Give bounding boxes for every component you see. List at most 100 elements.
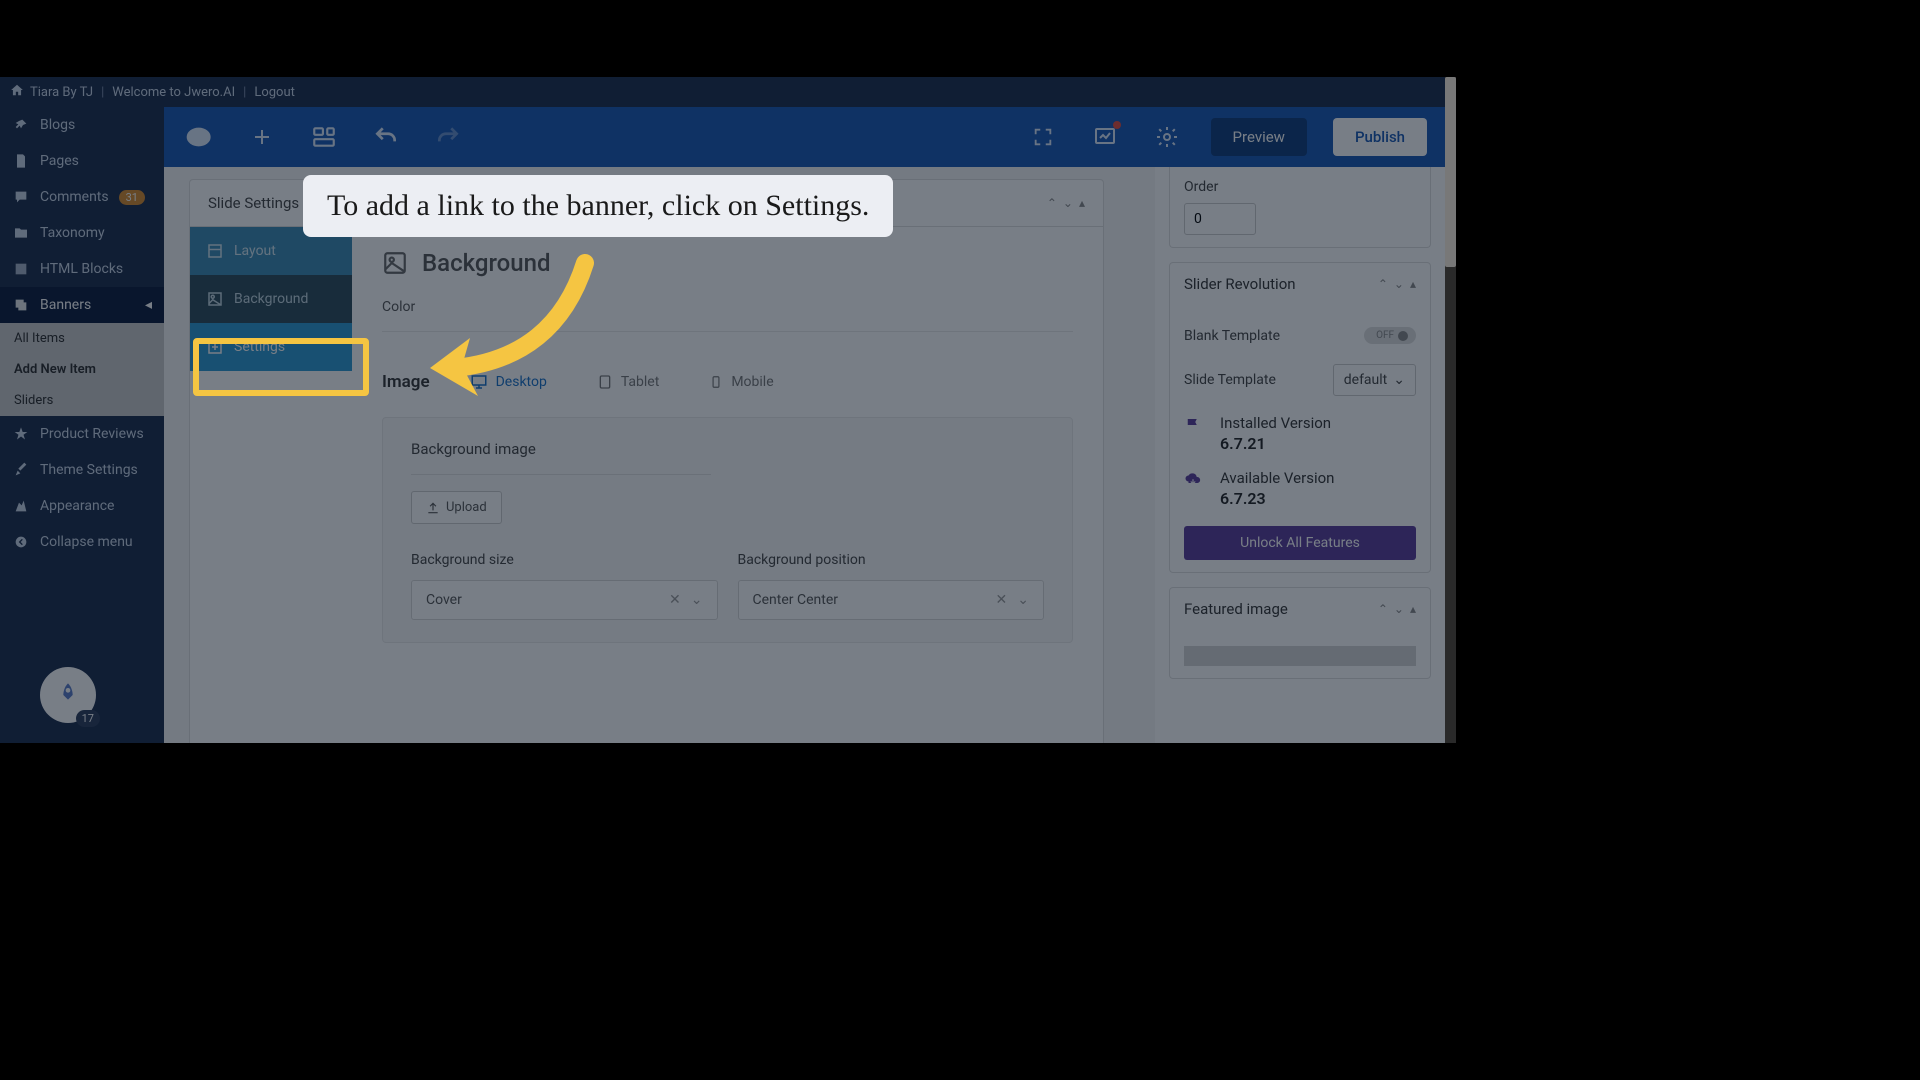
sidebar-item-comments[interactable]: Comments31 <box>0 179 164 215</box>
logo-icon[interactable] <box>182 119 218 155</box>
triangle-up-icon[interactable]: ▴ <box>1079 196 1085 210</box>
background-title: Background <box>422 249 551 277</box>
slide-tab-column: Layout Background Settings <box>190 227 352 743</box>
chevron-up-icon[interactable]: ⌃ <box>1047 196 1057 210</box>
sidebar-item-pages[interactable]: Pages <box>0 143 164 179</box>
editor-toolbar: Preview Publish <box>164 107 1445 167</box>
clear-icon[interactable]: ✕ <box>669 592 681 608</box>
caret-right-icon: ◂ <box>145 297 152 313</box>
slide-template-select[interactable]: default⌄ <box>1333 364 1416 396</box>
sr-panel-header[interactable]: Slider Revolution⌃⌄▴ <box>1170 263 1430 305</box>
code-icon <box>12 260 30 278</box>
submenu-add-new[interactable]: Add New Item <box>0 354 164 385</box>
preview-button[interactable]: Preview <box>1211 118 1307 156</box>
home-icon <box>10 83 24 101</box>
available-version-value: 6.7.23 <box>1220 489 1334 508</box>
sidebar-item-blogs[interactable]: Blogs <box>0 107 164 143</box>
star-icon <box>12 425 30 443</box>
blank-template-toggle[interactable]: OFF <box>1364 327 1416 344</box>
chevron-up-icon[interactable]: ⌃ <box>1378 277 1388 291</box>
triangle-up-icon[interactable]: ▴ <box>1410 277 1416 291</box>
chevron-down-icon[interactable]: ⌄ <box>691 592 703 608</box>
chevron-up-icon[interactable]: ⌃ <box>1378 602 1388 616</box>
settings-gear-icon[interactable] <box>1149 119 1185 155</box>
device-tab-desktop[interactable]: Desktop <box>460 367 557 397</box>
submenu-all-items[interactable]: All Items <box>0 323 164 354</box>
image-tab-icon <box>206 290 224 308</box>
installed-version-label: Installed Version <box>1220 414 1331 432</box>
desktop-icon <box>470 373 488 391</box>
bg-image-label: Background image <box>411 440 1044 458</box>
unlock-button[interactable]: Unlock All Features <box>1184 526 1416 560</box>
device-tab-tablet[interactable]: Tablet <box>587 368 669 396</box>
scrollbar-thumb[interactable] <box>1445 77 1456 267</box>
flag-icon <box>1184 414 1206 438</box>
upload-icon <box>426 501 440 515</box>
slide-template-label: Slide Template <box>1184 372 1276 388</box>
redo-icon[interactable] <box>430 119 466 155</box>
chevron-down-icon[interactable]: ⌄ <box>1063 196 1073 210</box>
publish-button[interactable]: Publish <box>1333 118 1427 156</box>
featured-image-thumb[interactable] <box>1184 646 1416 666</box>
site-name: Tiara By TJ <box>30 85 93 100</box>
cloud-download-icon <box>1184 469 1206 493</box>
background-panel: Background Color Image Desktop Tablet Mo… <box>352 227 1103 743</box>
sidebar-item-appearance[interactable]: Appearance <box>0 488 164 524</box>
sidebar-item-html-blocks[interactable]: HTML Blocks <box>0 251 164 287</box>
admin-topbar: Tiara By TJ | Welcome to Jwero.AI | Logo… <box>0 77 1445 107</box>
sidebar-item-banners[interactable]: Banners◂ <box>0 287 164 323</box>
tab-settings[interactable]: Settings <box>190 323 352 371</box>
add-block-icon[interactable] <box>244 119 280 155</box>
main-panel: Slide Settings ⌃⌄▴ Layout Background Set… <box>189 179 1104 743</box>
right-sidebar: Order Slider Revolution⌃⌄▴ Blank Templat… <box>1155 167 1445 743</box>
bg-size-select[interactable]: Cover✕⌄ <box>411 580 718 620</box>
appearance-icon <box>12 497 30 515</box>
page-icon <box>12 152 30 170</box>
blank-template-label: Blank Template <box>1184 328 1280 344</box>
bg-image-section: Background image Upload Background size … <box>382 417 1073 643</box>
layout-icon[interactable] <box>306 119 342 155</box>
pin-icon <box>12 116 30 134</box>
comments-badge: 31 <box>119 190 145 205</box>
clear-icon[interactable]: ✕ <box>996 592 1008 608</box>
sidebar-item-collapse[interactable]: Collapse menu <box>0 524 164 560</box>
device-tab-mobile[interactable]: Mobile <box>699 368 783 396</box>
scrollbar-track[interactable] <box>1445 77 1456 743</box>
brush-icon <box>12 461 30 479</box>
slider-revolution-panel: Slider Revolution⌃⌄▴ Blank TemplateOFF S… <box>1169 262 1431 573</box>
instruction-tooltip: To add a link to the banner, click on Se… <box>303 175 893 237</box>
chevron-down-icon[interactable]: ⌄ <box>1394 602 1404 616</box>
sidebar-item-theme-settings[interactable]: Theme Settings <box>0 452 164 488</box>
chevron-down-icon: ⌄ <box>1393 372 1405 388</box>
upload-button[interactable]: Upload <box>411 491 502 524</box>
background-header-icon <box>382 250 408 276</box>
submenu-sliders[interactable]: Sliders <box>0 385 164 416</box>
undo-icon[interactable] <box>368 119 404 155</box>
rocket-launcher[interactable]: 17 <box>40 667 96 723</box>
featured-image-panel: Featured image⌃⌄▴ <box>1169 587 1431 679</box>
order-label: Order <box>1184 179 1416 195</box>
fullscreen-icon[interactable] <box>1025 119 1061 155</box>
tab-background[interactable]: Background <box>190 275 352 323</box>
sidebar-item-reviews[interactable]: Product Reviews <box>0 416 164 452</box>
notification-dot <box>1113 121 1121 129</box>
image-section-label: Image <box>382 372 430 392</box>
bg-position-select[interactable]: Center Center✕⌄ <box>738 580 1045 620</box>
triangle-up-icon[interactable]: ▴ <box>1410 602 1416 616</box>
site-home-link[interactable]: Tiara By TJ <box>10 83 93 101</box>
available-version-label: Available Version <box>1220 469 1334 487</box>
order-input[interactable] <box>1184 203 1256 235</box>
logout-link[interactable]: Logout <box>254 85 295 100</box>
chevron-down-icon[interactable]: ⌄ <box>1017 592 1029 608</box>
analytics-icon[interactable] <box>1087 119 1123 155</box>
sidebar-item-taxonomy[interactable]: Taxonomy <box>0 215 164 251</box>
chevron-down-icon[interactable]: ⌄ <box>1394 277 1404 291</box>
banners-submenu: All Items Add New Item Sliders <box>0 323 164 416</box>
slide-panel-body: Layout Background Settings Background Co… <box>189 227 1104 743</box>
layout-tab-icon <box>206 242 224 260</box>
featured-panel-header[interactable]: Featured image⌃⌄▴ <box>1170 588 1430 630</box>
banners-icon <box>12 296 30 314</box>
welcome-link[interactable]: Welcome to Jwero.AI <box>112 85 235 100</box>
rocket-badge: 17 <box>76 710 100 727</box>
folder-icon <box>12 224 30 242</box>
